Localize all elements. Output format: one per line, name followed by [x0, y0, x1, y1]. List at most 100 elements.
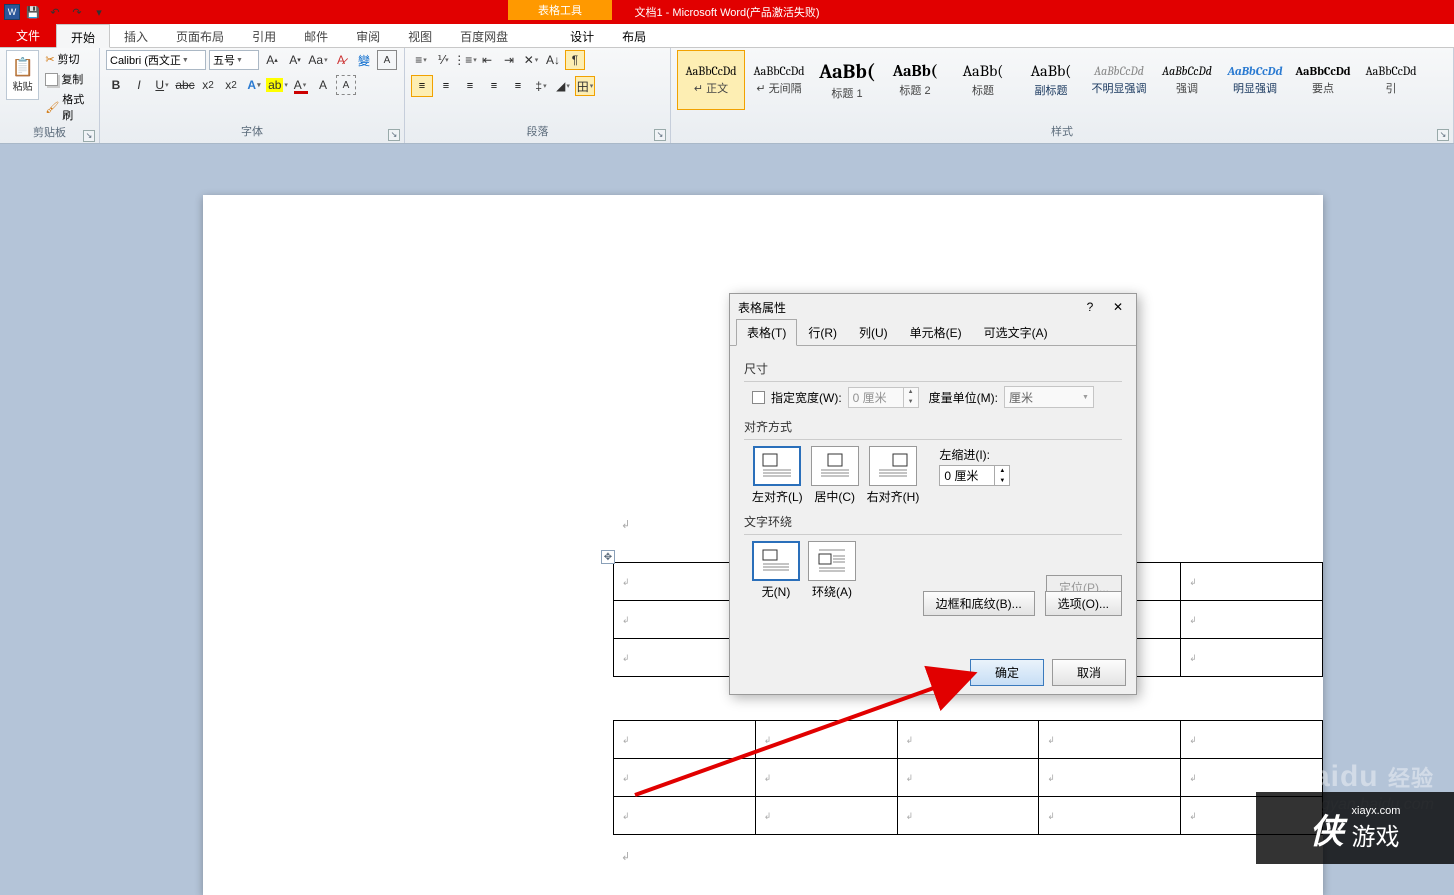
font-size-combo[interactable]: 五号▼ — [209, 50, 259, 70]
dialog-tab-column[interactable]: 列(U) — [848, 319, 899, 346]
decrease-indent-button[interactable]: ⇤ — [477, 50, 497, 70]
spin-down-icon[interactable]: ▼ — [995, 476, 1009, 486]
tab-home[interactable]: 开始 — [56, 24, 110, 48]
spin-up-icon[interactable]: ▲ — [995, 466, 1009, 476]
spin-up-icon[interactable]: ▲ — [904, 387, 918, 397]
numbering-button[interactable]: ⅟▾ — [433, 50, 453, 70]
font-name-combo[interactable]: Calibri (西文正▼ — [106, 50, 206, 70]
align-left-button[interactable]: ≡ — [411, 75, 433, 97]
tab-insert[interactable]: 插入 — [110, 24, 162, 47]
tab-references[interactable]: 引用 — [238, 24, 290, 47]
borders-button[interactable]: 田▾ — [575, 76, 595, 96]
styles-launcher-icon[interactable]: ↘ — [1437, 129, 1449, 141]
save-icon[interactable]: 💾 — [24, 3, 42, 21]
align-left-option[interactable]: 左对齐(L) — [752, 446, 803, 505]
copy-icon — [45, 73, 58, 86]
highlight-button[interactable]: ab▾ — [267, 75, 287, 95]
strikethrough-button[interactable]: abc — [175, 75, 195, 95]
clipboard-launcher-icon[interactable]: ↘ — [83, 130, 95, 142]
font-launcher-icon[interactable]: ↘ — [388, 129, 400, 141]
copy-button[interactable]: 复制 — [43, 70, 93, 88]
align-center-button[interactable]: ≡ — [435, 75, 457, 97]
bold-button[interactable]: B — [106, 75, 126, 95]
unit-combo[interactable]: 厘米▼ — [1004, 386, 1094, 408]
dialog-titlebar[interactable]: 表格属性 ? ✕ — [730, 294, 1136, 320]
text-effects-button[interactable]: A▾ — [244, 75, 264, 95]
cut-button[interactable]: ✂剪切 — [43, 50, 93, 68]
asian-layout-button[interactable]: ✕▾ — [521, 50, 541, 70]
style-intense-emph[interactable]: AaBbCcDd明显强调 — [1221, 50, 1289, 110]
enclose-chars-button[interactable]: A — [377, 50, 397, 70]
bullets-button[interactable]: ≡▾ — [411, 50, 431, 70]
paste-button[interactable]: 📋 粘贴 — [6, 50, 39, 100]
tab-table-layout[interactable]: 布局 — [608, 24, 660, 47]
undo-icon[interactable]: ↶ — [46, 3, 64, 21]
dialog-tab-alttext[interactable]: 可选文字(A) — [973, 319, 1059, 346]
table-2[interactable] — [613, 720, 1323, 835]
distribute-button[interactable]: ≡ — [507, 75, 529, 97]
indent-spinner[interactable]: ▲▼ — [939, 465, 1010, 486]
tab-review[interactable]: 审阅 — [342, 24, 394, 47]
wrap-around-option[interactable]: 环绕(A) — [808, 541, 856, 600]
sort-button[interactable]: A↓ — [543, 50, 563, 70]
preferred-width-checkbox[interactable] — [752, 391, 765, 404]
tab-view[interactable]: 视图 — [394, 24, 446, 47]
spin-down-icon[interactable]: ▼ — [904, 397, 918, 407]
justify-button[interactable]: ≡ — [483, 75, 505, 97]
close-icon[interactable]: ✕ — [1108, 300, 1128, 314]
style-title[interactable]: AaBb(标题 — [949, 50, 1017, 110]
cancel-button[interactable]: 取消 — [1052, 659, 1126, 686]
borders-shading-button[interactable]: 边框和底纹(B)... — [923, 591, 1035, 616]
align-center-option[interactable]: 居中(C) — [811, 446, 859, 505]
style-subtitle[interactable]: AaBb(副标题 — [1017, 50, 1085, 110]
paragraph-launcher-icon[interactable]: ↘ — [654, 129, 666, 141]
table-move-handle-icon[interactable]: ✥ — [601, 550, 615, 564]
tab-baidu[interactable]: 百度网盘 — [446, 24, 522, 47]
style-quote[interactable]: AaBbCcDd引 — [1357, 50, 1425, 110]
align-right-option[interactable]: 右对齐(H) — [867, 446, 920, 505]
dialog-tab-row[interactable]: 行(R) — [797, 319, 848, 346]
increase-indent-button[interactable]: ⇥ — [499, 50, 519, 70]
style-emphasis[interactable]: AaBbCcDd强调 — [1153, 50, 1221, 110]
ok-button[interactable]: 确定 — [970, 659, 1044, 686]
line-spacing-button[interactable]: ‡▾ — [531, 76, 551, 96]
redo-icon[interactable]: ↷ — [68, 3, 86, 21]
font-color-button[interactable]: A▾ — [290, 75, 310, 95]
phonetic-guide-button[interactable]: 變 — [354, 50, 374, 70]
preferred-width-spinner[interactable]: ▲▼ — [848, 387, 919, 408]
shrink-font-button[interactable]: A▾ — [285, 50, 305, 70]
clear-formatting-button[interactable]: A̷ — [331, 50, 351, 70]
tab-pagelayout[interactable]: 页面布局 — [162, 24, 238, 47]
indent-input[interactable] — [940, 469, 994, 483]
style-strong[interactable]: AaBbCcDd要点 — [1289, 50, 1357, 110]
char-shading-button[interactable]: A — [313, 75, 333, 95]
grow-font-button[interactable]: A▴ — [262, 50, 282, 70]
char-border-button[interactable]: A — [336, 75, 356, 95]
tab-mailings[interactable]: 邮件 — [290, 24, 342, 47]
qat-more-icon[interactable]: ▾ — [90, 3, 108, 21]
file-tab[interactable]: 文件 — [0, 24, 56, 47]
italic-button[interactable]: I — [129, 75, 149, 95]
subscript-button[interactable]: x2 — [198, 75, 218, 95]
style-heading1[interactable]: AaBb(标题 1 — [813, 50, 881, 110]
show-marks-button[interactable]: ¶ — [565, 50, 585, 70]
align-right-button[interactable]: ≡ — [459, 75, 481, 97]
style-no-spacing[interactable]: AaBbCcDd↵ 无间隔 — [745, 50, 813, 110]
shading-button[interactable]: ◢▾ — [553, 76, 573, 96]
wrap-none-option[interactable]: 无(N) — [752, 541, 800, 600]
dialog-tab-table[interactable]: 表格(T) — [736, 319, 797, 346]
underline-button[interactable]: U▾ — [152, 75, 172, 95]
style-subtle-emph[interactable]: AaBbCcDd不明显强调 — [1085, 50, 1153, 110]
format-painter-button[interactable]: 🖌格式刷 — [43, 90, 93, 124]
options-button[interactable]: 选项(O)... — [1045, 591, 1122, 616]
tab-table-design[interactable]: 设计 — [556, 24, 608, 47]
help-icon[interactable]: ? — [1080, 300, 1100, 314]
multilevel-button[interactable]: ⋮≡▾ — [455, 50, 475, 70]
change-case-button[interactable]: Aa▾ — [308, 50, 328, 70]
dialog-tab-cell[interactable]: 单元格(E) — [899, 319, 973, 346]
styles-gallery[interactable]: AaBbCcDd↵ 正文 AaBbCcDd↵ 无间隔 AaBb(标题 1 AaB… — [677, 50, 1425, 110]
font-name-value: Calibri (西文正 — [110, 52, 181, 68]
style-heading2[interactable]: AaBb(标题 2 — [881, 50, 949, 110]
superscript-button[interactable]: x2 — [221, 75, 241, 95]
style-normal[interactable]: AaBbCcDd↵ 正文 — [677, 50, 745, 110]
